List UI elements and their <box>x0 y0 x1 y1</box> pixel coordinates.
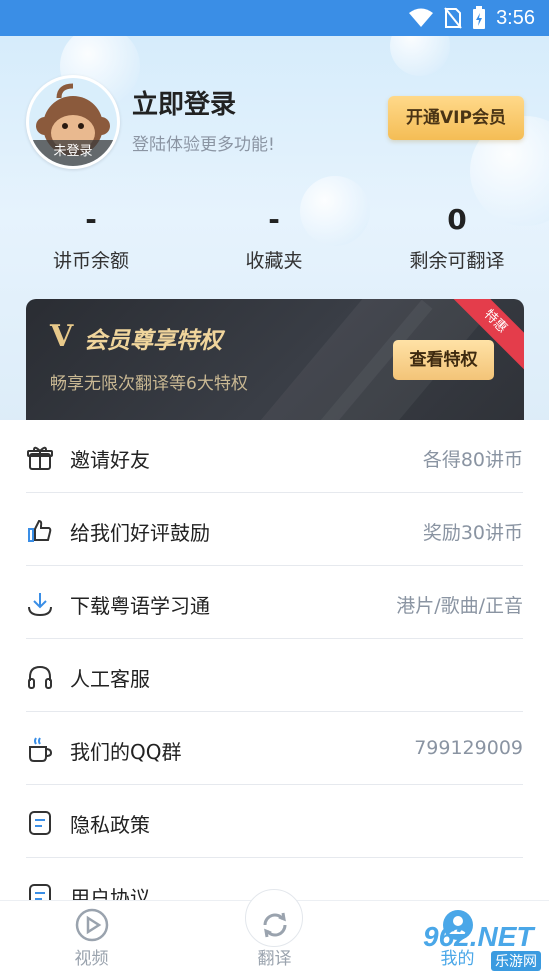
stat-label: 讲币余额 <box>52 250 129 272</box>
bottom-tab-bar: 视频 翻译 我的 962.NET 乐游网 <box>0 889 549 977</box>
menu-item-label: 隐私政策 <box>70 813 150 837</box>
menu-item-qq-group[interactable]: 我们的QQ群 799129009 <box>0 712 549 785</box>
tab-label: 翻译 <box>257 949 292 969</box>
menu-item-label: 给我们好评鼓励 <box>70 521 210 545</box>
stat-value: - <box>85 203 97 236</box>
tab-video[interactable]: 视频 <box>0 901 183 977</box>
stat-label: 剩余可翻译 <box>409 250 505 272</box>
wifi-icon <box>409 8 434 27</box>
battery-icon <box>473 6 486 29</box>
menu-item-value: 各得80讲币 <box>422 449 523 471</box>
avatar[interactable]: 未登录 <box>26 75 120 169</box>
watermark-sub: 乐游网 <box>491 951 541 971</box>
watermark-main: 962.NET <box>423 921 534 952</box>
tab-translate[interactable]: 翻译 <box>183 901 366 977</box>
menu-item-rate-us[interactable]: 给我们好评鼓励 奖励30讲币 <box>0 493 549 566</box>
menu-item-download-app[interactable]: 下载粤语学习通 港片/歌曲/正音 <box>0 566 549 639</box>
decor-bubble <box>390 36 450 76</box>
stat-remaining-translations[interactable]: 0 剩余可翻译 <box>367 200 547 273</box>
menu-item-customer-service[interactable]: 人工客服 <box>0 639 549 712</box>
settings-menu: 邀请好友 各得80讲币 给我们好评鼓励 奖励30讲币 下载粤语学习通 港片/歌曲… <box>0 420 549 900</box>
menu-item-label: 人工客服 <box>70 667 150 691</box>
play-circle-icon <box>75 908 108 942</box>
download-icon <box>28 593 52 617</box>
document-icon <box>29 811 51 835</box>
menu-item-privacy-policy[interactable]: 隐私政策 <box>0 785 549 858</box>
menu-item-label: 我们的QQ群 <box>70 740 182 764</box>
clock: 3:56 <box>496 6 535 29</box>
stat-label: 收藏夹 <box>245 250 303 272</box>
menu-item-label: 下载粤语学习通 <box>70 594 210 618</box>
menu-item-value: 港片/歌曲/正音 <box>396 595 523 617</box>
open-vip-button[interactable]: 开通VIP会员 <box>388 96 524 140</box>
login-status-badge: 未登录 <box>29 140 117 166</box>
vip-card-description: 畅享无限次翻译等6大特权 <box>50 374 248 394</box>
refresh-icon <box>263 912 286 938</box>
stat-value: 0 <box>447 203 467 236</box>
coffee-cup-icon <box>29 737 53 762</box>
status-bar: 3:56 <box>0 0 549 36</box>
gift-icon <box>27 446 53 470</box>
vip-card-title: 会员尊享特权 <box>84 328 222 354</box>
thumbs-up-icon <box>28 519 52 542</box>
vip-privilege-card[interactable]: V 会员尊享特权 畅享无限次翻译等6大特权 查看特权 特惠 <box>26 299 524 424</box>
tab-label: 视频 <box>74 949 109 969</box>
no-sim-icon <box>444 7 462 29</box>
login-title[interactable]: 立即登录 <box>132 84 236 121</box>
menu-item-value: 奖励30讲币 <box>422 522 523 544</box>
watermark-logo: 962.NET 乐游网 <box>423 919 543 971</box>
headphones-icon <box>28 665 52 689</box>
document-icon <box>29 884 51 900</box>
vip-mark: V <box>50 319 74 354</box>
stat-coin-balance[interactable]: - 讲币余额 <box>1 200 181 273</box>
view-privileges-button[interactable]: 查看特权 <box>393 340 494 380</box>
login-subtitle: 登陆体验更多功能! <box>132 135 275 155</box>
stat-value: - <box>268 203 280 236</box>
menu-item-invite-friends[interactable]: 邀请好友 各得80讲币 <box>0 420 549 493</box>
menu-item-label: 邀请好友 <box>70 448 150 472</box>
menu-item-value: 799129009 <box>414 737 523 759</box>
menu-item-label: 用户协议 <box>70 886 150 900</box>
stat-favorites[interactable]: - 收藏夹 <box>184 200 364 273</box>
